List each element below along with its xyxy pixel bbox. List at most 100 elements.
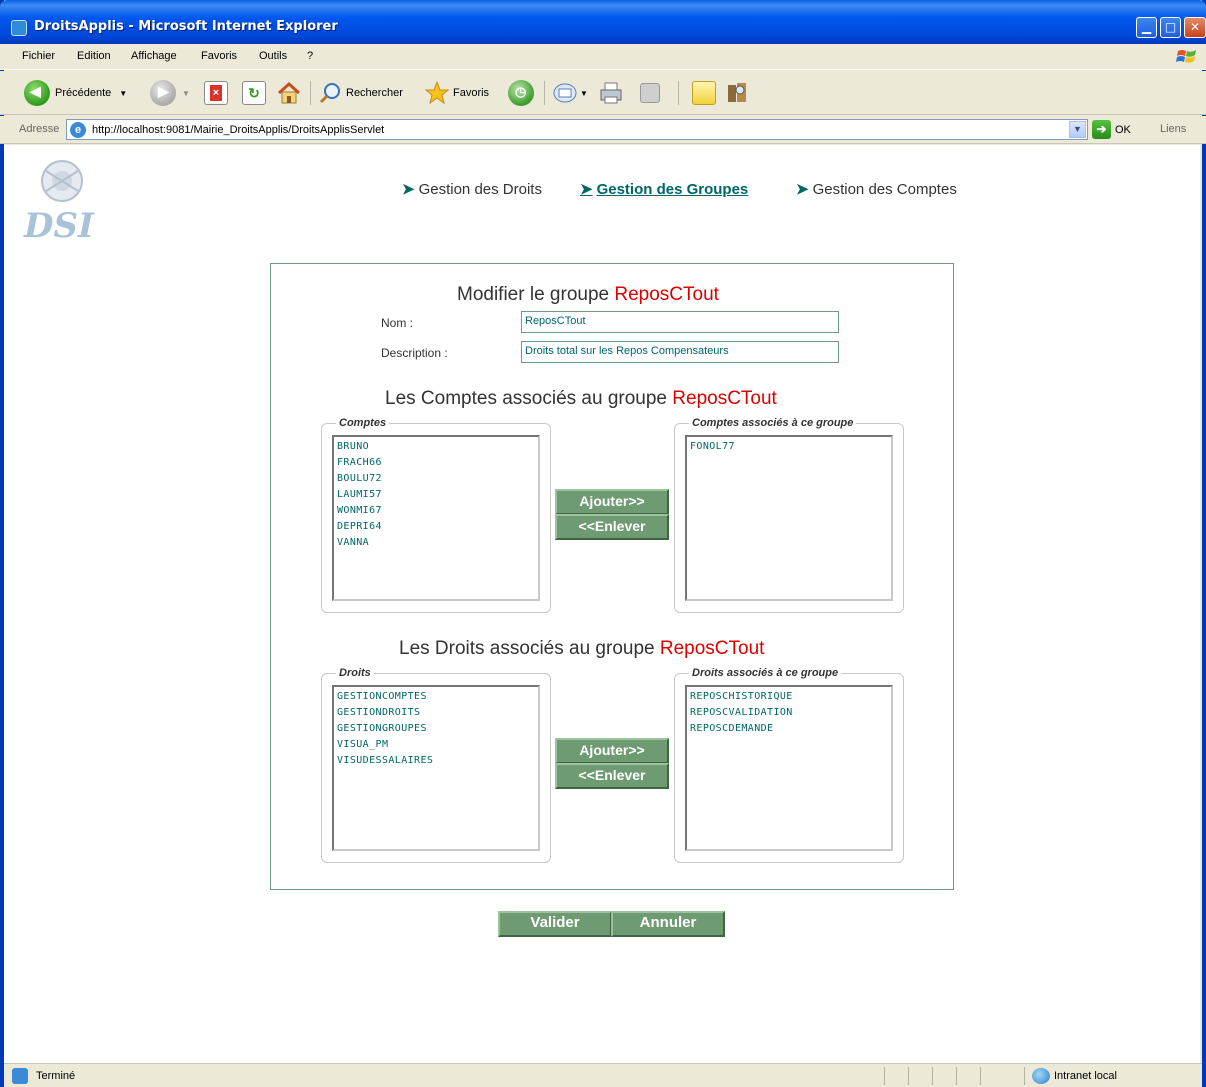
list-option[interactable]: DEPRI64	[337, 519, 535, 535]
home-icon	[277, 81, 301, 104]
nav-gestion-comptes[interactable]: ➤ Gestion des Comptes	[796, 180, 957, 198]
address-url: http://localhost:9081/Mairie_DroitsAppli…	[92, 124, 385, 136]
maximize-button[interactable]: □	[1160, 17, 1181, 38]
cancel-button[interactable]: Annuler	[611, 911, 725, 937]
menu-edition[interactable]: Edition	[77, 50, 111, 62]
toolbar-separator	[678, 81, 679, 105]
history-button[interactable]: ◷	[508, 77, 534, 109]
go-button[interactable]: ➔ OK	[1092, 120, 1131, 139]
menu-favoris[interactable]: Favoris	[201, 50, 237, 62]
window-frame-right	[1202, 0, 1206, 1087]
menu-bar: Fichier Edition Affichage Favoris Outils…	[0, 44, 1206, 70]
droits-available-list[interactable]: GESTIONCOMPTES GESTIONDROITS GESTIONGROUPE…	[332, 685, 540, 851]
form-heading-text: Modifier le groupe	[457, 284, 610, 305]
description-input[interactable]: Droits total sur les Repos Compensateurs	[521, 341, 839, 363]
status-divider	[932, 1067, 933, 1085]
form-heading-group: ReposCTout	[614, 284, 719, 305]
ie-app-icon	[11, 20, 27, 36]
list-option[interactable]: VANNA	[337, 535, 535, 551]
nav-droits-label: Gestion des Droits	[418, 181, 542, 198]
comptes-assigned-legend: Comptes associés à ce groupe	[692, 417, 854, 429]
list-option[interactable]: GESTIONDROITS	[337, 705, 535, 721]
back-button[interactable]: ◀ Précédente ▼	[24, 77, 127, 109]
list-option[interactable]: FONOL77	[690, 439, 888, 455]
close-button[interactable]: ✕	[1184, 17, 1206, 38]
search-button[interactable]: Rechercher	[318, 77, 403, 109]
links-button[interactable]: Liens	[1160, 123, 1186, 135]
page-content: DSI ➤ Gestion des Droits ➤ Gestion des Gro…	[4, 145, 1200, 1063]
intranet-zone-icon	[1032, 1068, 1050, 1084]
comptes-remove-button[interactable]: <<Enlever	[555, 514, 669, 540]
favorites-button[interactable]: Favoris	[424, 77, 489, 109]
nav-comptes-label: Gestion des Comptes	[812, 181, 957, 198]
home-button[interactable]	[276, 77, 302, 109]
menu-outils[interactable]: Outils	[259, 50, 287, 62]
windows-logo-icon	[1176, 50, 1196, 63]
droits-heading: Les Droits associés au groupe ReposCTout	[399, 638, 764, 660]
discuss-button[interactable]	[692, 77, 716, 109]
address-input[interactable]: e http://localhost:9081/Mairie_DroitsApp…	[66, 119, 1088, 140]
refresh-icon: ↻	[242, 81, 266, 105]
comptes-assigned-list[interactable]: FONOL77	[685, 435, 893, 601]
list-option[interactable]: VISUA_PM	[337, 737, 535, 753]
search-icon	[319, 83, 340, 104]
list-option[interactable]: BOULU72	[337, 471, 535, 487]
forward-button[interactable]: ▶ ▼	[150, 77, 190, 109]
list-option[interactable]: REPOSCHISTORIQUE	[690, 689, 888, 705]
mail-button[interactable]: ▼	[552, 77, 588, 109]
list-option[interactable]: LAUMI57	[337, 487, 535, 503]
toolbar: ◀ Précédente ▼ ▶ ▼ × ↻ Rechercher Favori…	[0, 71, 1206, 115]
status-divider	[884, 1067, 885, 1085]
refresh-button[interactable]: ↻	[242, 77, 266, 109]
list-option[interactable]: VISUDESSALAIRES	[337, 753, 535, 769]
mail-icon	[553, 83, 577, 103]
list-option[interactable]: BRUNO	[337, 439, 535, 455]
print-button[interactable]	[598, 77, 624, 109]
menu-help[interactable]: ?	[307, 50, 313, 62]
droits-add-button[interactable]: Ajouter>>	[555, 738, 669, 764]
address-dropdown-icon[interactable]: ▼	[1069, 121, 1086, 138]
list-option[interactable]: WONMI67	[337, 503, 535, 519]
go-arrow-icon: ➔	[1092, 120, 1111, 139]
droits-remove-button[interactable]: <<Enlever	[555, 763, 669, 789]
nav-chevron-icon: ➤	[402, 181, 415, 198]
nom-input[interactable]: ReposCTout	[521, 311, 839, 333]
search-label: Rechercher	[346, 87, 403, 99]
list-option[interactable]: FRACH66	[337, 455, 535, 471]
menu-affichage[interactable]: Affichage	[131, 50, 177, 62]
list-option[interactable]: REPOSCVALIDATION	[690, 705, 888, 721]
list-option[interactable]: GESTIONCOMPTES	[337, 689, 535, 705]
list-option[interactable]: REPOSCDEMANDE	[690, 721, 888, 737]
star-icon	[424, 80, 450, 105]
edit-icon	[640, 83, 660, 103]
comptes-heading: Les Comptes associés au groupe ReposCTou…	[385, 388, 777, 410]
status-divider	[1024, 1067, 1025, 1085]
page-icon: e	[70, 122, 86, 138]
description-label: Description :	[381, 346, 448, 360]
edit-button[interactable]	[640, 77, 660, 109]
go-label: OK	[1115, 123, 1131, 136]
validate-button[interactable]: Valider	[498, 911, 612, 937]
nav-groupes-label: Gestion des Groupes	[596, 181, 749, 198]
research-button[interactable]	[724, 77, 750, 109]
list-option[interactable]: GESTIONGROUPES	[337, 721, 535, 737]
comptes-available-legend: Comptes	[339, 417, 387, 429]
stop-icon: ×	[204, 81, 228, 105]
comptes-available-list[interactable]: BRUNO FRACH66 BOULU72 LAUMI57 WONMI67 DEPRI64…	[332, 435, 540, 601]
group-edit-panel: Modifier le groupe ReposCTout Nom : Repo…	[270, 263, 954, 890]
minimize-button[interactable]: ▁	[1136, 17, 1157, 38]
status-text: Terminé	[36, 1070, 76, 1082]
menu-fichier[interactable]: Fichier	[22, 50, 55, 62]
stop-button[interactable]: ×	[204, 77, 228, 109]
window-titlebar[interactable]: DroitsApplis - Microsoft Internet Explor…	[0, 0, 1206, 44]
nav-chevron-icon: ➤	[580, 181, 593, 198]
droits-assigned-list[interactable]: REPOSCHISTORIQUE REPOSCVALIDATION REPOSCDE…	[685, 685, 893, 851]
comptes-add-button[interactable]: Ajouter>>	[555, 489, 669, 515]
comptes-heading-group: ReposCTout	[672, 388, 777, 409]
nav-gestion-droits[interactable]: ➤ Gestion des Droits	[402, 180, 542, 198]
nav-gestion-groupes[interactable]: ➤ Gestion des Groupes	[580, 180, 748, 198]
droits-heading-group: ReposCTout	[659, 638, 765, 659]
notes-icon	[692, 81, 716, 105]
status-divider	[956, 1067, 957, 1085]
back-label: Précédente	[55, 87, 112, 99]
